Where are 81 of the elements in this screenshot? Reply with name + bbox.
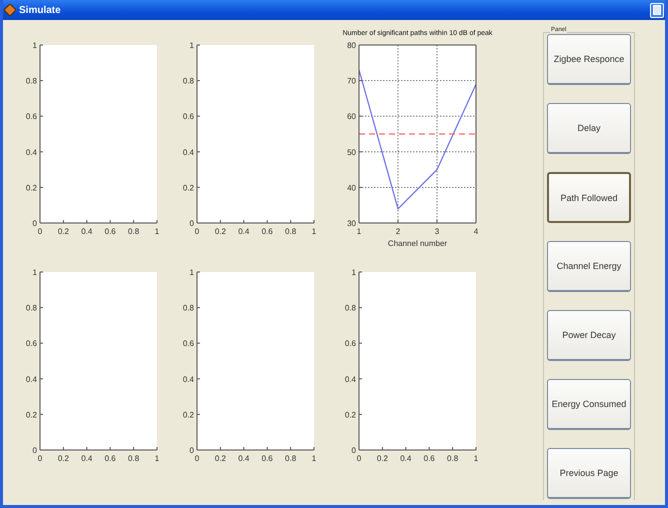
window-title: Simulate bbox=[19, 4, 62, 16]
tick-label: 0.4 bbox=[81, 454, 92, 463]
panel-button[interactable]: Delay bbox=[547, 103, 631, 154]
tick-label: 0.6 bbox=[104, 454, 116, 463]
tick-label: 0.6 bbox=[104, 227, 116, 236]
tick-label: 0.6 bbox=[26, 339, 37, 348]
tick-label: 0.6 bbox=[344, 339, 356, 348]
tick-label: 60 bbox=[347, 112, 356, 122]
tick-label: 0.4 bbox=[238, 227, 250, 236]
tick-label: 0.2 bbox=[214, 454, 226, 463]
tick-label: 0.4 bbox=[182, 374, 194, 384]
tick-label: 0.4 bbox=[182, 148, 194, 157]
tick-label: 0.6 bbox=[424, 454, 435, 463]
tick-label: 30 bbox=[347, 219, 356, 228]
tick-label: 0 bbox=[38, 454, 42, 463]
tick-label: 2 bbox=[396, 227, 400, 236]
tick-label: 0.6 bbox=[262, 454, 273, 463]
tick-label: 4 bbox=[474, 227, 478, 236]
tick-label: 0.8 bbox=[182, 304, 194, 313]
tick-label: 0 bbox=[194, 227, 200, 236]
panel-button[interactable]: Channel Energy bbox=[547, 241, 631, 292]
tick-label: 0.4 bbox=[344, 374, 356, 384]
tick-label: 70 bbox=[347, 76, 356, 86]
panel-button[interactable]: Previous Page bbox=[547, 448, 631, 499]
tick-label: 0.2 bbox=[182, 183, 194, 192]
tick-label: 0.4 bbox=[81, 227, 92, 236]
tick-label: 0.4 bbox=[26, 148, 37, 157]
tick-label: 0.2 bbox=[58, 227, 69, 236]
axis-label: Channel number bbox=[388, 239, 448, 248]
tick-label: 0.8 bbox=[26, 304, 37, 313]
tick-label: 0 bbox=[356, 454, 362, 463]
tick-label: 0 bbox=[38, 227, 42, 236]
panel-button[interactable]: Zigbee Responce bbox=[547, 34, 631, 85]
tick-label: 1 bbox=[312, 227, 316, 236]
tick-label: 1 bbox=[190, 268, 194, 277]
tick-label: 0.2 bbox=[182, 410, 194, 420]
tick-label: 0 bbox=[194, 454, 200, 463]
tick-label: 0.2 bbox=[26, 410, 37, 420]
tick-label: 0 bbox=[190, 446, 194, 455]
tick-label: 1 bbox=[154, 454, 160, 463]
tick-label: 0.6 bbox=[182, 339, 194, 348]
tick-label: 0.8 bbox=[26, 76, 37, 86]
tick-label: 80 bbox=[347, 41, 356, 50]
tick-label: 0.6 bbox=[262, 227, 273, 236]
tick-label: 1 bbox=[312, 454, 316, 463]
tick-label: 0.2 bbox=[26, 183, 37, 192]
tick-label: 40 bbox=[347, 183, 356, 192]
tick-label: 1 bbox=[352, 268, 356, 277]
tick-label: 0.2 bbox=[376, 454, 388, 463]
tick-label: 0.6 bbox=[182, 112, 194, 122]
panel-button[interactable]: Path Followed bbox=[547, 172, 631, 223]
tick-label: 3 bbox=[434, 227, 440, 236]
tick-label: 0.2 bbox=[58, 454, 69, 463]
tick-label: 1 bbox=[190, 41, 194, 50]
tick-label: 0 bbox=[190, 219, 194, 228]
tick-label: 1 bbox=[474, 454, 478, 463]
tick-label: 0.2 bbox=[214, 227, 226, 236]
tick-label: 0.4 bbox=[26, 374, 37, 384]
tick-label: 0 bbox=[352, 446, 356, 455]
tick-label: 0.2 bbox=[344, 410, 356, 420]
tick-label: 0.4 bbox=[400, 454, 412, 463]
tick-label: 0.6 bbox=[26, 112, 37, 122]
app-icon bbox=[4, 4, 16, 16]
tick-label: 0.8 bbox=[285, 454, 296, 463]
tick-label: 0.8 bbox=[128, 454, 140, 463]
tick-label: 1 bbox=[356, 227, 362, 236]
tick-label: 0.8 bbox=[182, 76, 194, 86]
panel-button[interactable]: Energy Consumed bbox=[547, 379, 631, 430]
tick-label: 0.4 bbox=[238, 454, 250, 463]
tick-label: 0 bbox=[32, 219, 37, 228]
tick-label: 1 bbox=[32, 41, 37, 50]
tick-label: 1 bbox=[154, 227, 160, 236]
tick-label: 0.8 bbox=[344, 304, 356, 313]
tick-label: 0.8 bbox=[128, 227, 140, 236]
tick-label: 1 bbox=[32, 268, 37, 277]
tick-label: 50 bbox=[347, 148, 356, 157]
window-button[interactable] bbox=[650, 2, 664, 18]
panel-button[interactable]: Power Decay bbox=[547, 310, 631, 361]
tick-label: 0 bbox=[32, 446, 37, 455]
tick-label: 0.8 bbox=[447, 454, 458, 463]
tick-label: 0.8 bbox=[285, 227, 296, 236]
